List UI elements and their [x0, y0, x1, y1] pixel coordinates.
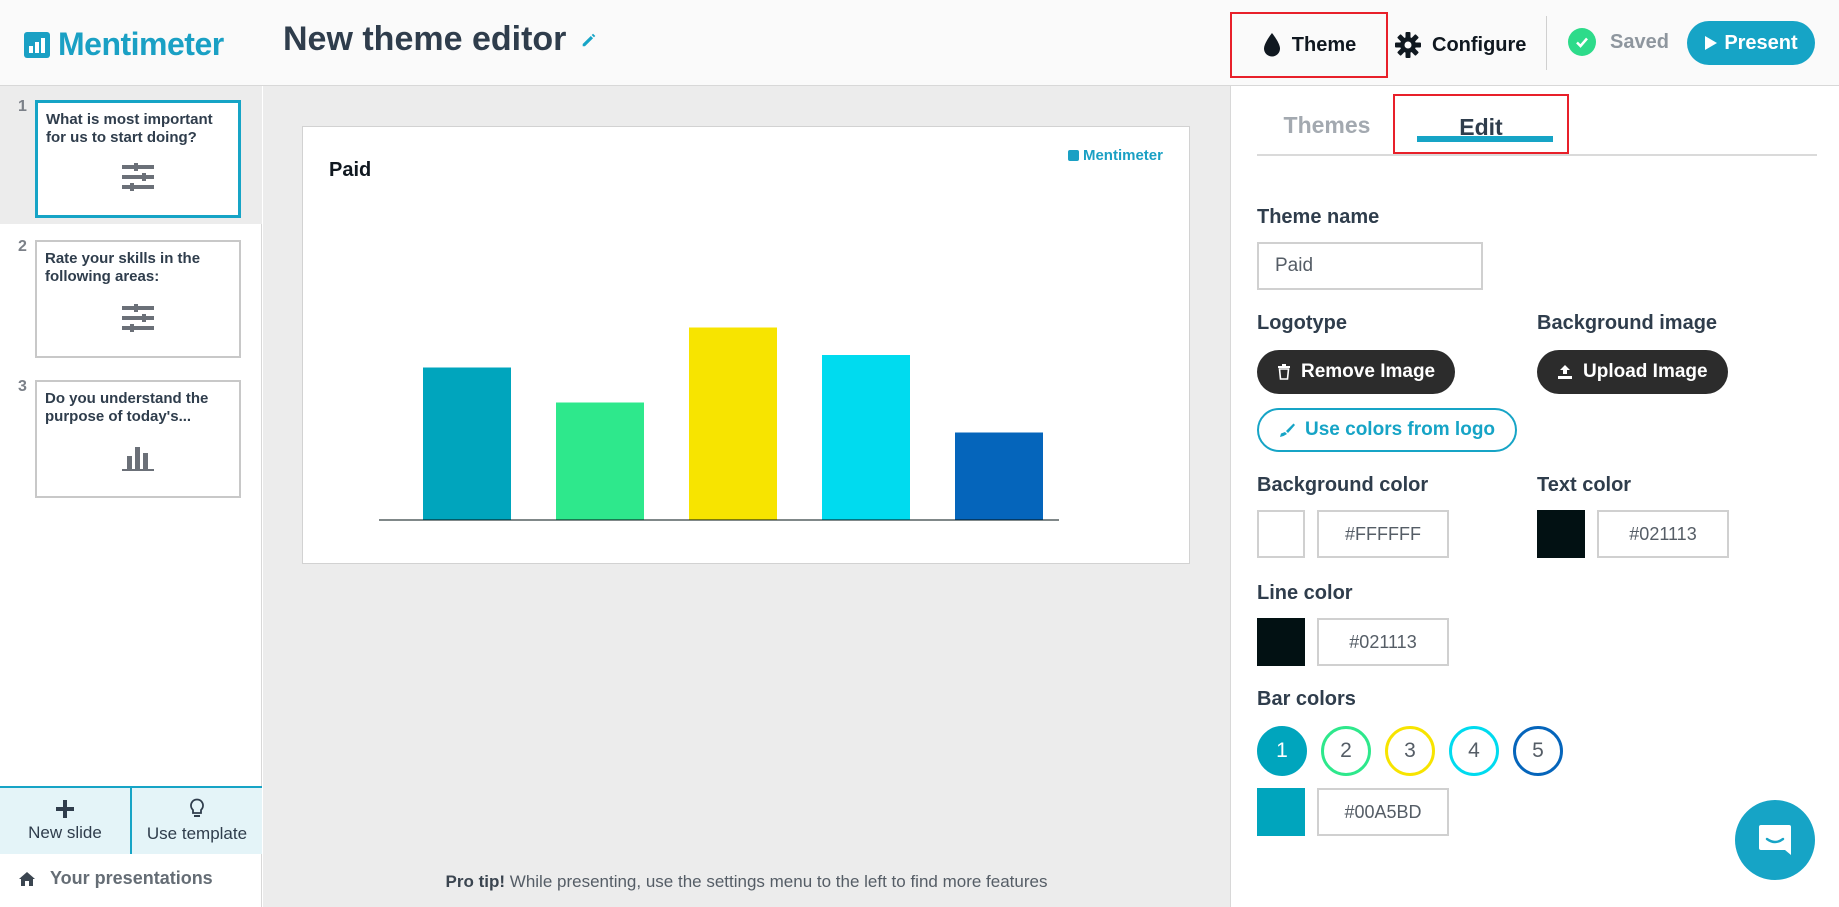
line-color-input[interactable]: #021113: [1317, 618, 1449, 666]
play-icon: [1705, 36, 1718, 50]
sliders-icon: [122, 304, 154, 332]
gear-icon: [1395, 32, 1421, 58]
plus-icon: [56, 800, 74, 818]
bar-color-4-button[interactable]: 4: [1449, 726, 1499, 776]
your-presentations-label: Your presentations: [50, 868, 213, 888]
bar-chart: [379, 327, 1059, 521]
slide-number: 1: [18, 98, 27, 115]
theme-button-label: Theme: [1291, 33, 1357, 56]
theme-button[interactable]: Theme: [1230, 12, 1388, 78]
bar-color-swatch[interactable]: [1257, 788, 1305, 836]
chart-bar-3: [689, 327, 777, 520]
line-color-label: Line color: [1257, 582, 1353, 604]
lightbulb-icon: [190, 798, 204, 817]
slide-question: Rate your skills in the following areas:: [45, 250, 201, 285]
new-slide-label: New slide: [28, 823, 102, 842]
slide-number: 2: [18, 238, 27, 255]
chart-bar-1: [423, 367, 511, 520]
logo-text: Mentimeter: [58, 26, 224, 62]
saved-status: Saved: [1568, 28, 1669, 56]
theme-name-input[interactable]: Paid: [1257, 242, 1483, 290]
tab-edit[interactable]: Edit: [1393, 94, 1569, 154]
use-template-button[interactable]: Use template: [130, 788, 262, 854]
presentation-title[interactable]: New theme editor: [283, 20, 598, 59]
logo-mark-icon: [24, 31, 50, 58]
theme-edit-panel: Themes Edit Theme name Paid Logotype Rem…: [1230, 86, 1839, 907]
remove-image-button[interactable]: Remove Image: [1257, 350, 1456, 394]
text-color-input[interactable]: #021113: [1597, 510, 1729, 558]
slide-question: Do you understand the purpose of today's…: [45, 390, 209, 425]
slide-item[interactable]: 3 Do you understand the purpose of today…: [0, 366, 262, 504]
chart-bar-5: [955, 432, 1043, 520]
tab-themes[interactable]: Themes: [1267, 108, 1387, 156]
trash-icon: [1278, 364, 1290, 380]
pro-tip-text: While presenting, use the settings menu …: [505, 872, 1048, 891]
topbar-divider: [1546, 16, 1547, 70]
slide-number: 3: [18, 378, 27, 395]
upload-icon: [1558, 365, 1572, 379]
configure-button-label: Configure: [1432, 33, 1527, 56]
background-color-swatch[interactable]: [1257, 510, 1305, 558]
drop-icon: [1263, 33, 1280, 57]
slide-thumbnail[interactable]: Rate your skills in the following areas:: [35, 240, 241, 358]
new-slide-button[interactable]: New slide: [0, 788, 130, 854]
editor-canvas: Paid Mentimeter Pro tip! While presentin…: [263, 86, 1230, 907]
bar-chart-icon: [122, 447, 154, 471]
check-icon: [1568, 28, 1596, 56]
pencil-icon[interactable]: [580, 31, 598, 49]
bar-color-3-button[interactable]: 3: [1385, 726, 1435, 776]
use-colors-from-logo-button[interactable]: Use colors from logo: [1257, 408, 1518, 452]
use-template-label: Use template: [146, 824, 248, 843]
slide-item[interactable]: 1 What is most important for us to start…: [0, 86, 262, 224]
background-image-label: Background image: [1537, 312, 1718, 334]
theme-name-label: Theme name: [1257, 206, 1380, 228]
slide-actions: New slide Use template: [0, 786, 262, 854]
text-color-label: Text color: [1537, 474, 1632, 496]
sliders-icon: [122, 163, 154, 191]
logotype-label: Logotype: [1257, 312, 1347, 334]
slide-question: What is most important for us to start d…: [46, 111, 213, 146]
configure-button[interactable]: Configure: [1394, 12, 1526, 78]
bar-color-5-button[interactable]: 5: [1513, 726, 1563, 776]
slide-list-sidebar: 1 What is most important for us to start…: [0, 86, 262, 907]
slide-preview[interactable]: Paid Mentimeter: [302, 126, 1190, 564]
chat-icon: [1759, 825, 1791, 855]
chat-support-button[interactable]: [1735, 800, 1815, 880]
chart-bar-2: [556, 402, 644, 520]
remove-image-label: Remove Image: [1301, 361, 1436, 382]
paintbrush-icon: [1280, 423, 1295, 437]
upload-image-label: Upload Image: [1583, 361, 1708, 382]
line-color-swatch[interactable]: [1257, 618, 1305, 666]
chart-bar-4: [822, 355, 910, 520]
your-presentations-link[interactable]: Your presentations: [18, 868, 213, 889]
bar-color-1-button[interactable]: 1: [1257, 726, 1307, 776]
saved-status-label: Saved: [1610, 30, 1669, 53]
presentation-title-text: New theme editor: [283, 20, 567, 58]
bar-color-input[interactable]: #00A5BD: [1317, 788, 1449, 836]
background-color-label: Background color: [1257, 474, 1429, 496]
use-colors-from-logo-label: Use colors from logo: [1305, 419, 1496, 440]
home-icon: [19, 871, 35, 886]
bar-colors-label: Bar colors: [1257, 688, 1356, 710]
present-button[interactable]: Present: [1687, 21, 1815, 65]
background-color-input[interactable]: #FFFFFF: [1317, 510, 1449, 558]
mentimeter-logo[interactable]: Mentimeter: [24, 26, 224, 63]
pro-tip-label: Pro tip!: [445, 872, 506, 891]
text-color-swatch[interactable]: [1537, 510, 1585, 558]
slide-thumbnail[interactable]: What is most important for us to start d…: [35, 100, 241, 218]
slide-thumbnail[interactable]: Do you understand the purpose of today's…: [35, 380, 241, 498]
panel-tabs: Themes Edit: [1257, 94, 1817, 156]
present-button-label: Present: [1724, 31, 1798, 54]
pro-tip: Pro tip! While presenting, use the setti…: [263, 872, 1230, 892]
slide-item[interactable]: 2 Rate your skills in the following area…: [0, 226, 262, 364]
upload-image-button[interactable]: Upload Image: [1537, 350, 1728, 394]
top-bar: Mentimeter New theme editor Theme Config…: [0, 0, 1839, 86]
bar-color-2-button[interactable]: 2: [1321, 726, 1371, 776]
